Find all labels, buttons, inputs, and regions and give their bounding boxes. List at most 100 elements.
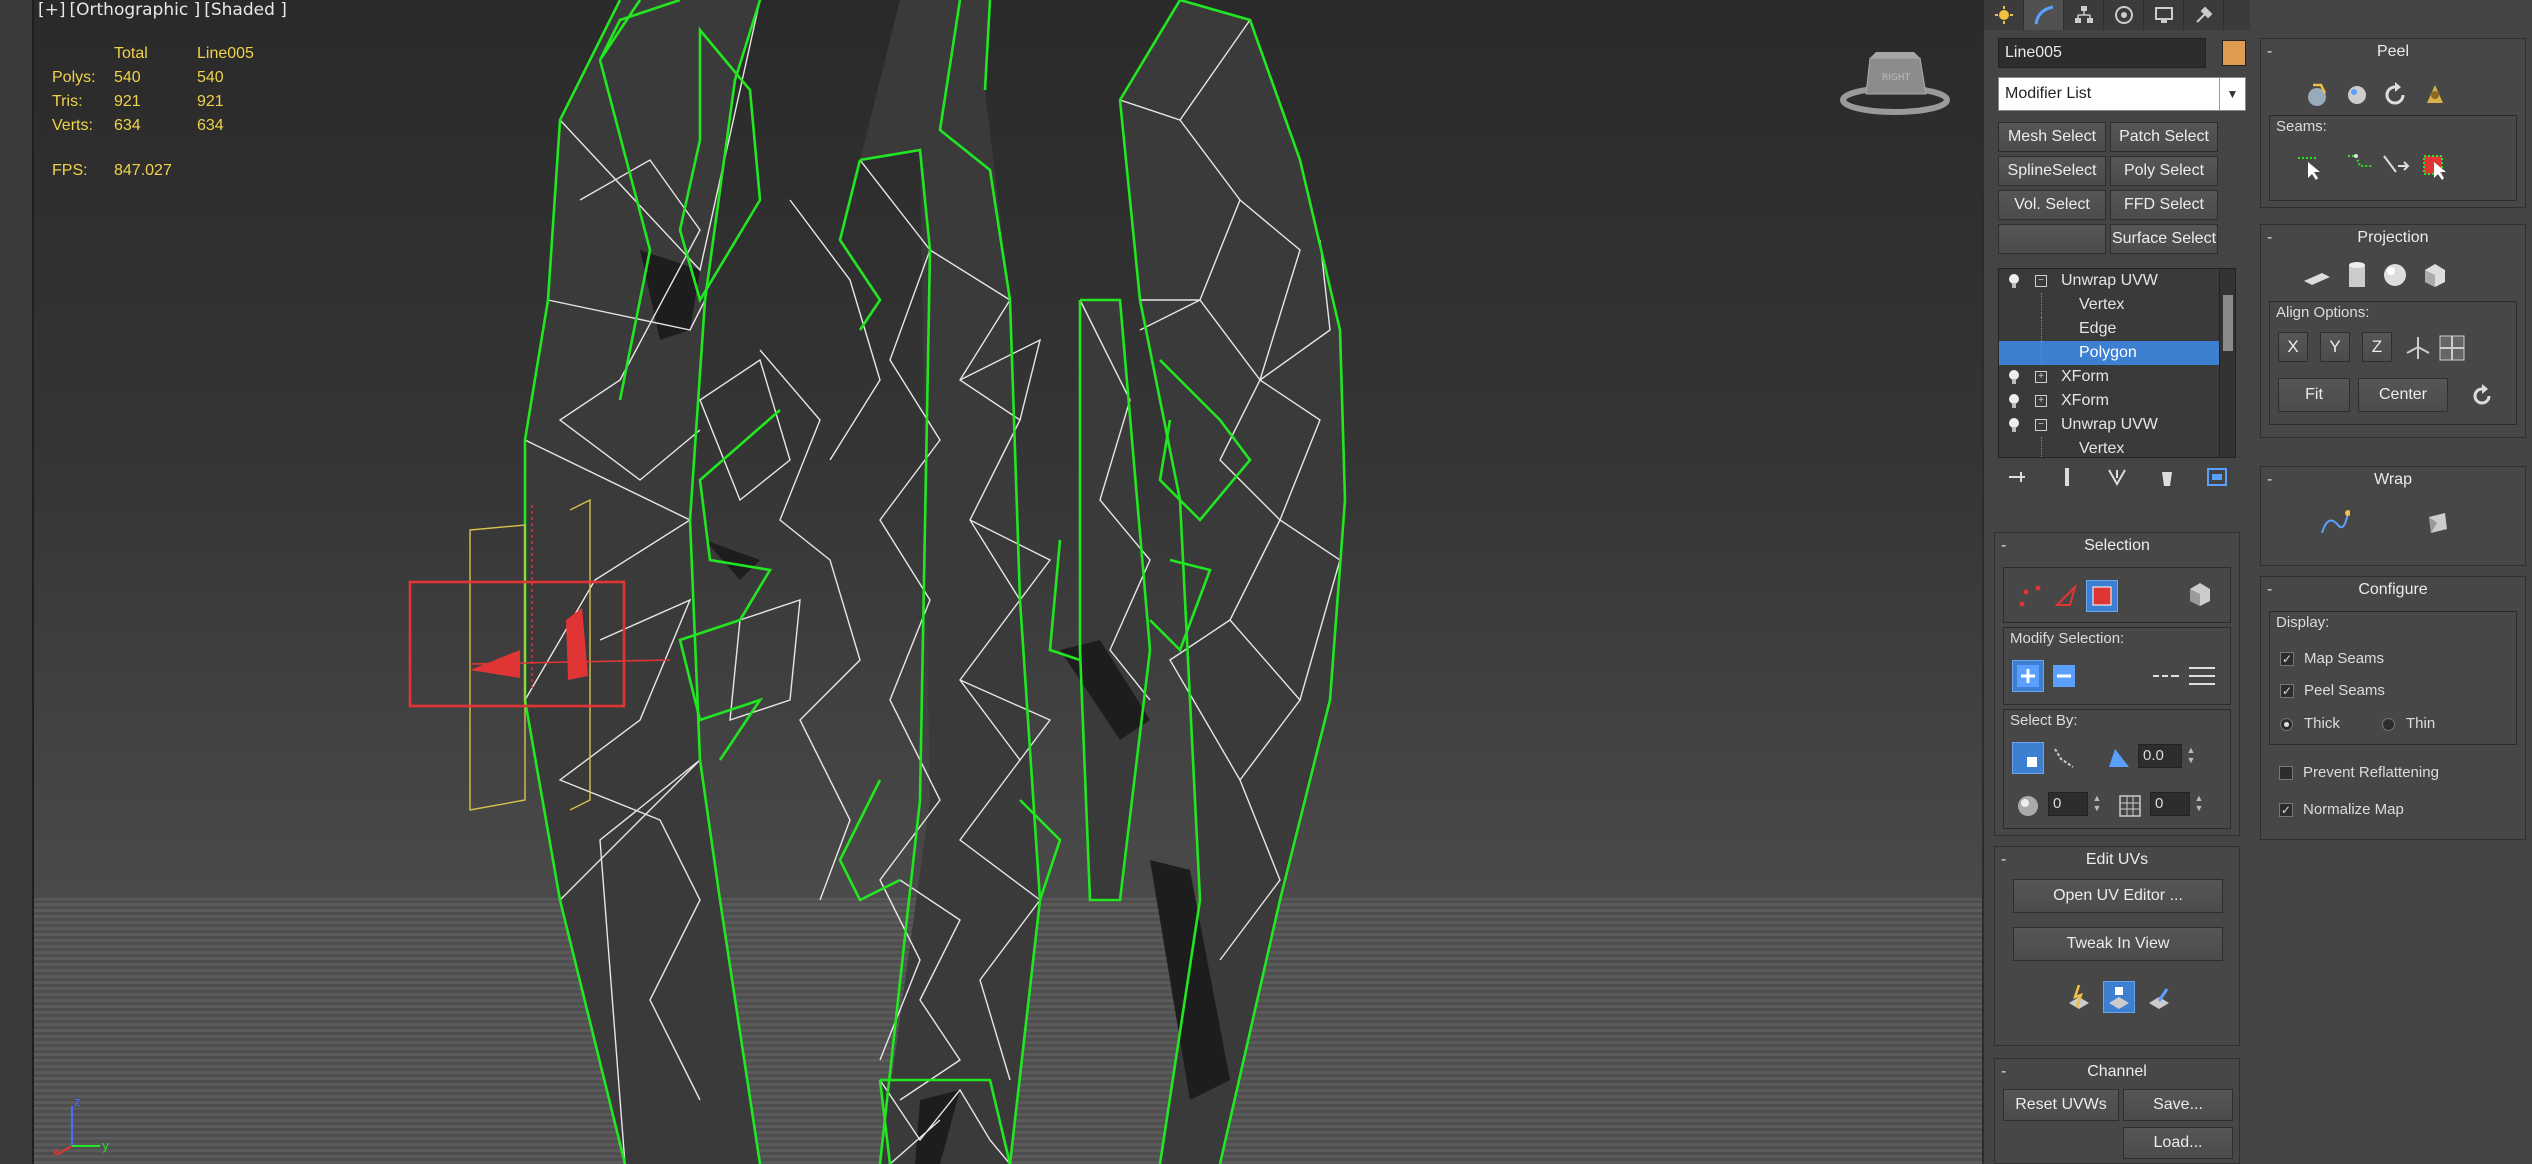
lightbulb-icon[interactable] [2007, 393, 2021, 409]
planar-angle-icon[interactable] [2104, 742, 2136, 774]
pin-all-icon[interactable] [2419, 79, 2451, 111]
viewport-label[interactable]: [+] [Orthographic ] [Shaded ] [38, 0, 291, 20]
planar-angle-spinner[interactable]: 0.0 ▲ ▼ [2138, 744, 2195, 768]
peel-rollout-header[interactable]: - Peel [2261, 39, 2525, 65]
make-unique-icon[interactable] [2106, 466, 2128, 488]
thin-radio[interactable] [2382, 718, 2395, 731]
align-x-button[interactable]: X [2278, 332, 2308, 362]
collapse-icon[interactable]: - [2001, 1059, 2006, 1085]
shrink-selection-icon[interactable] [2048, 660, 2080, 692]
collapse-icon[interactable]: − [2035, 419, 2047, 431]
vertex-mode-icon[interactable] [2014, 580, 2046, 612]
spinner-arrows[interactable]: ▲ ▼ [2193, 793, 2205, 815]
chevron-down-icon[interactable]: ▼ [2219, 78, 2245, 110]
open-uv-editor-button[interactable]: Open UV Editor ... [2013, 879, 2223, 913]
wrap-rollout-header[interactable]: - Wrap [2261, 467, 2525, 493]
lightbulb-icon[interactable] [2007, 273, 2021, 289]
quick-planar-map-icon[interactable] [2063, 981, 2095, 1013]
vol-select-button[interactable]: Vol. Select [1998, 190, 2106, 220]
modifier-list-dropdown[interactable]: Modifier List ▼ [1998, 77, 2246, 111]
mesh-wireframe[interactable] [0, 0, 1982, 1164]
show-end-result-icon[interactable] [2056, 466, 2078, 488]
selection-rollout-header[interactable]: - Selection [1995, 533, 2239, 559]
reset-uvws-button[interactable]: Reset UVWs [2003, 1089, 2119, 1121]
align-to-view-icon[interactable] [2436, 332, 2468, 364]
spinner-arrows[interactable]: ▲ ▼ [2091, 793, 2103, 815]
projection-rollout-header[interactable]: - Projection [2261, 225, 2525, 251]
planar-map-icon[interactable] [2301, 261, 2333, 293]
lightbulb-icon[interactable] [2007, 369, 2021, 385]
collapse-icon[interactable]: - [2001, 847, 2006, 873]
stack-subitem-vertex[interactable]: Vertex [1999, 437, 2235, 457]
tweak-in-view-button[interactable]: Tweak In View [2013, 927, 2223, 961]
stack-subitem-vertex[interactable]: Vertex [1999, 293, 2235, 317]
fit-button[interactable]: Fit [2278, 378, 2350, 412]
viewport-shading-label[interactable]: [Shaded ] [204, 0, 287, 20]
load-uvws-button[interactable]: Load... [2123, 1127, 2233, 1159]
select-by-smoothing-icon[interactable] [2012, 790, 2044, 822]
stack-subitem-polygon[interactable]: Polygon [1999, 341, 2235, 365]
material-id-spinner[interactable]: 0 ▲ ▼ [2150, 792, 2203, 816]
mesh-select-button[interactable]: Mesh Select [1998, 122, 2106, 152]
viewport-view-label[interactable]: [Orthographic ] [70, 0, 201, 20]
select-by-material-icon[interactable] [2114, 790, 2146, 822]
peel-seams-checkbox[interactable]: ✓ [2280, 684, 2294, 698]
collapse-icon[interactable]: - [2267, 39, 2272, 65]
collapse-icon[interactable]: − [2035, 275, 2047, 287]
map-seams-checkbox[interactable]: ✓ [2280, 652, 2294, 666]
point-to-point-seam-icon[interactable] [2344, 150, 2376, 182]
element-mode-icon[interactable] [2184, 578, 2216, 610]
prevent-reflattening-checkbox[interactable] [2279, 766, 2293, 780]
channel-rollout-header[interactable]: - Channel [1995, 1059, 2239, 1085]
align-z-button[interactable]: Z [2362, 332, 2392, 362]
reset-peel-icon[interactable] [2379, 79, 2411, 111]
ring-selection-icon[interactable] [2150, 660, 2182, 692]
normalize-map-checkbox[interactable]: ✓ [2279, 803, 2293, 817]
expand-icon[interactable]: + [2035, 395, 2047, 407]
thick-radio[interactable] [2280, 718, 2293, 731]
grow-selection-icon[interactable] [2012, 660, 2044, 692]
configure-sets-icon[interactable] [2206, 466, 2228, 488]
collapse-icon[interactable]: - [2001, 533, 2006, 559]
stack-item-unwrap-uvw[interactable]: − Unwrap UVW [1999, 413, 2235, 437]
collapse-icon[interactable]: - [2267, 225, 2272, 251]
seams-to-edge-sel-icon[interactable] [2380, 150, 2412, 182]
stack-item-xform[interactable]: + XForm [1999, 389, 2235, 413]
scrollbar-thumb[interactable] [2223, 295, 2233, 351]
stack-subitem-edge[interactable]: Edge [1999, 317, 2235, 341]
pin-stack-icon[interactable] [2006, 466, 2028, 488]
object-name-field[interactable]: Line005 [1998, 38, 2206, 68]
align-y-button[interactable]: Y [2320, 332, 2350, 362]
ffd-select-button[interactable]: FFD Select [2110, 190, 2218, 220]
stack-item-xform[interactable]: + XForm [1999, 365, 2235, 389]
lightbulb-icon[interactable] [2007, 417, 2021, 433]
polygon-mode-icon[interactable] [2086, 580, 2118, 612]
surface-select-button[interactable]: Surface Select [2110, 224, 2218, 254]
best-align-icon[interactable] [2402, 332, 2434, 364]
pelt-map-icon[interactable] [2341, 79, 2373, 111]
smoothing-group-spinner[interactable]: 0 ▲ ▼ [2048, 792, 2101, 816]
edge-mode-icon[interactable] [2050, 580, 2082, 612]
spherical-map-icon[interactable] [2379, 259, 2411, 291]
expand-icon[interactable]: + [2035, 371, 2047, 383]
spline-map-icon[interactable] [2319, 507, 2351, 539]
expand-seams-icon[interactable] [2418, 150, 2450, 182]
configure-rollout-header[interactable]: - Configure [2261, 577, 2525, 603]
center-button[interactable]: Center [2358, 378, 2448, 412]
spinner-arrows[interactable]: ▲ ▼ [2185, 745, 2197, 767]
select-by-element-icon[interactable] [2012, 742, 2044, 774]
edge-sel-to-seams-icon[interactable] [2294, 150, 2326, 182]
patch-select-button[interactable]: Patch Select [2110, 122, 2218, 152]
viewcube[interactable]: RIGHT [1840, 48, 1950, 118]
quick-peel-icon[interactable] [2301, 79, 2333, 111]
perspective-viewport[interactable]: [+] [Orthographic ] [Shaded ] Total Line00… [0, 0, 1982, 1164]
collapse-icon[interactable]: - [2267, 467, 2272, 493]
loop-selection-icon[interactable] [2186, 660, 2218, 692]
object-color-swatch[interactable] [2222, 40, 2246, 66]
remove-modifier-icon[interactable] [2156, 466, 2178, 488]
cylindrical-map-icon[interactable] [2341, 259, 2373, 291]
quick-map-align-icon[interactable] [2143, 981, 2175, 1013]
poly-select-button[interactable]: Poly Select [2110, 156, 2218, 186]
select-by-edge-icon[interactable] [2048, 742, 2080, 774]
collapse-icon[interactable]: - [2267, 577, 2272, 603]
